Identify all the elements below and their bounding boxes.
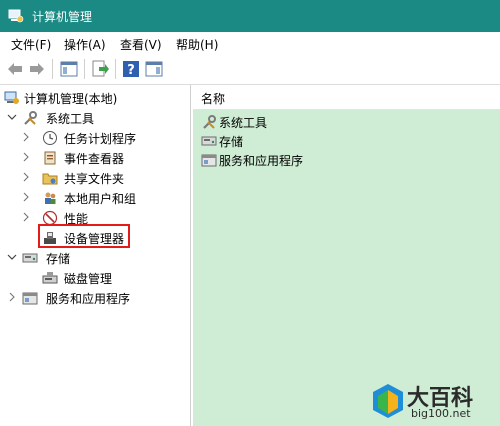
tools-icon (203, 115, 216, 129)
tree-item-shared-folders[interactable]: 共享文件夹 (20, 168, 186, 188)
help-icon[interactable]: ? (121, 59, 141, 79)
menu-action[interactable]: 操作(A) (64, 36, 106, 53)
menu-help[interactable]: 帮助(H) (176, 36, 218, 53)
list-item[interactable]: 服务和应用程序 (201, 151, 401, 169)
tree-item-services-apps[interactable]: 服务和应用程序 (6, 288, 186, 308)
window-title: 计算机管理 (32, 10, 93, 24)
chevron-right-icon[interactable] (20, 211, 32, 223)
menu-file[interactable]: 文件(F) (11, 36, 51, 53)
computer-management-icon (4, 91, 19, 104)
services-icon (22, 292, 38, 305)
svg-text:?: ? (127, 63, 135, 78)
column-header-label: 名称 (201, 92, 226, 106)
disk-icon (42, 272, 58, 284)
back-icon[interactable] (5, 59, 25, 79)
show-action-pane-icon[interactable] (144, 59, 164, 79)
chevron-right-icon[interactable] (20, 171, 32, 183)
watermark-logo-icon (373, 384, 403, 418)
chevron-right-icon[interactable] (6, 291, 18, 303)
toolbar-separator (52, 59, 53, 79)
list-item-label: 服务和应用程序 (219, 154, 304, 168)
title-bar: 计算机管理 (0, 0, 500, 32)
services-icon (201, 154, 217, 167)
result-pane: 名称 系统工具 存储 服务和应用程序 (193, 85, 500, 426)
chevron-down-icon[interactable] (6, 111, 18, 123)
watermark-site: big100.net (411, 407, 471, 420)
tree-item-storage[interactable]: 存储 (6, 248, 186, 268)
users-icon (45, 192, 56, 204)
tree-item-system-tools[interactable]: 系统工具 (6, 108, 186, 128)
event-viewer-icon (44, 151, 56, 165)
list-item[interactable]: 系统工具 (201, 113, 401, 131)
list-item-label: 系统工具 (219, 116, 268, 130)
tree-item-task-scheduler[interactable]: 任务计划程序 (20, 128, 186, 148)
chevron-down-icon[interactable] (6, 251, 18, 263)
highlight-box (38, 224, 130, 248)
tree-root-label: 计算机管理(本地) (24, 92, 118, 106)
tree-item-label: 任务计划程序 (64, 132, 137, 146)
toolbar-separator (115, 59, 116, 79)
list-item[interactable]: 存储 (201, 132, 401, 150)
storage-icon (22, 253, 38, 263)
toolbar: ? (0, 54, 500, 85)
tree-item-disk-management[interactable]: 磁盘管理 (20, 268, 186, 288)
show-hide-tree-icon[interactable] (59, 59, 79, 79)
shared-folder-icon (42, 173, 58, 185)
tree-item-label: 存储 (46, 252, 71, 266)
tree-item-label: 事件查看器 (64, 152, 125, 166)
tree-item-label: 服务和应用程序 (46, 292, 131, 306)
column-header-name[interactable]: 名称 (193, 85, 500, 110)
list-item-label: 存储 (219, 135, 244, 149)
watermark: 大百科 big100.net (371, 380, 497, 422)
export-list-icon[interactable] (90, 59, 110, 79)
chevron-right-icon[interactable] (20, 191, 32, 203)
tree-item-label: 本地用户和组 (64, 192, 137, 206)
storage-icon (201, 136, 217, 146)
computer-management-icon (8, 9, 24, 23)
clock-icon (43, 131, 57, 145)
menu-view[interactable]: 查看(V) (120, 36, 162, 53)
tree-item-label: 磁盘管理 (64, 272, 113, 286)
chevron-right-icon[interactable] (20, 131, 32, 143)
menu-bar: 文件(F) 操作(A) 查看(V) 帮助(H) (0, 32, 500, 54)
tree-item-event-viewer[interactable]: 事件查看器 (20, 148, 186, 168)
tree-item-local-users-groups[interactable]: 本地用户和组 (20, 188, 186, 208)
tree-item-label: 系统工具 (46, 112, 95, 126)
console-tree: 计算机管理(本地) 系统工具 任务计划程序 事件查看器 共享文件夹 本地用户和组… (0, 85, 191, 426)
forward-icon[interactable] (27, 59, 47, 79)
chevron-right-icon[interactable] (20, 151, 32, 163)
toolbar-separator (84, 59, 85, 79)
tools-icon (24, 111, 37, 125)
tree-item-label: 共享文件夹 (64, 172, 125, 186)
tree-root[interactable]: 计算机管理(本地) (4, 88, 184, 108)
